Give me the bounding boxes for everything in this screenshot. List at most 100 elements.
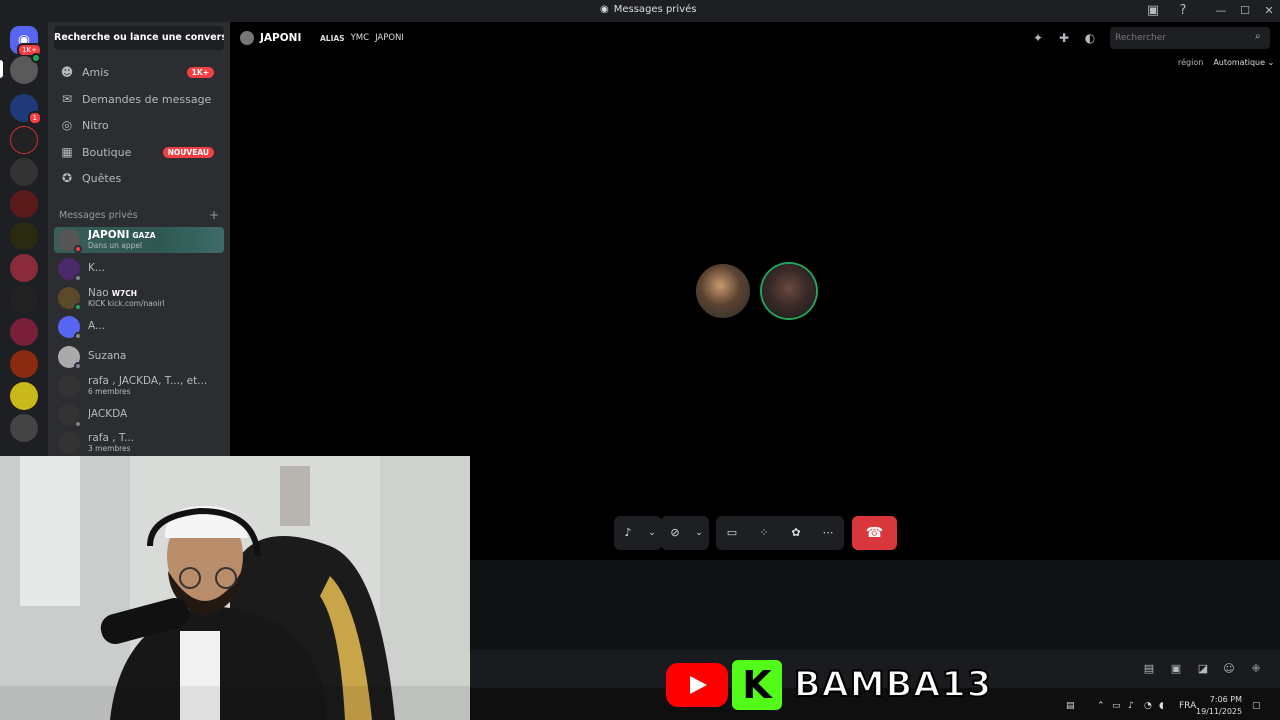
sticker-icon[interactable]: ◪ — [1196, 662, 1210, 676]
region-selector[interactable]: région Automatique ⌄ — [1178, 58, 1274, 67]
apps-icon[interactable]: ⁜ — [1249, 662, 1263, 676]
inbox-icon[interactable]: ▣ — [1145, 3, 1161, 19]
server-avatar[interactable] — [10, 53, 41, 84]
search-input[interactable] — [1110, 27, 1270, 49]
status-dot — [31, 53, 41, 63]
gif-icon[interactable]: ▣ — [1169, 662, 1183, 676]
user-profile-icon[interactable]: ◐ — [1082, 30, 1098, 46]
wifi-icon[interactable]: ◔ — [1144, 701, 1152, 711]
group-avatar — [58, 375, 80, 397]
server-avatar[interactable] — [10, 414, 38, 442]
nav-quests[interactable]: ✪ Quêtes — [54, 165, 224, 191]
microphone-icon[interactable]: ♪ — [618, 523, 638, 543]
nitro-icon: ◎ — [61, 118, 73, 132]
pin-icon[interactable]: ✦ — [1030, 30, 1046, 46]
avatar — [240, 31, 254, 45]
server-avatar[interactable] — [10, 382, 38, 410]
gift-icon[interactable]: ▤ — [1142, 662, 1156, 676]
kick-logo-icon: K — [732, 660, 782, 710]
discord-icon: ◉ — [600, 4, 609, 15]
group-avatar — [58, 432, 80, 454]
network-icon[interactable]: ▭ — [1112, 701, 1121, 711]
youtube-logo-icon — [666, 663, 728, 707]
screen-share-icon[interactable]: ▭ — [722, 523, 742, 543]
avatar — [58, 229, 82, 253]
webcam-overlay — [0, 456, 470, 720]
dm-item[interactable]: Nao W7CH KICK kick.com/naoirl — [54, 285, 224, 311]
new-badge: NOUVEAU — [162, 146, 214, 158]
tray-chevron-icon[interactable]: ⌃ — [1097, 701, 1105, 711]
camera-control: ⊘ ⌄ — [661, 516, 709, 550]
dm-item[interactable]: A... — [54, 314, 224, 340]
avatar — [58, 316, 82, 340]
minimize-button[interactable]: — — [1213, 3, 1229, 19]
status-dot — [74, 362, 82, 370]
status-dot — [74, 303, 82, 311]
server-avatar[interactable] — [10, 286, 38, 314]
activities-icon[interactable]: ⁘ — [754, 523, 774, 543]
server-avatar[interactable] — [10, 222, 38, 250]
hang-up-button[interactable]: ☎ — [852, 516, 897, 550]
nav-message-requests[interactable]: ✉ Demandes de message — [54, 86, 224, 112]
friends-icon: ☻ — [60, 65, 74, 79]
notifications-icon[interactable]: ▢ — [1252, 701, 1261, 711]
clock[interactable]: 7:06 PM 19/11/2025 — [1196, 694, 1242, 718]
dm-item[interactable]: Suzana — [54, 344, 224, 370]
nav-friends[interactable]: ☻ Amis 1K+ — [54, 59, 224, 85]
dm-item[interactable]: JAPONI GAZA Dans un appel — [54, 227, 224, 253]
avatar — [58, 404, 82, 428]
status-dot — [74, 332, 82, 340]
dm-section-header: Messages privés + — [59, 208, 219, 222]
channel-header: JAPONI ALIAS YMC JAPONI ✦ ✚ ◐ ⌕ — [230, 22, 1280, 54]
server-avatar[interactable] — [10, 254, 38, 282]
channel-title: JAPONI — [240, 31, 301, 45]
status-dot — [74, 274, 82, 282]
chevron-down-icon[interactable]: ⌄ — [693, 523, 705, 543]
quests-icon: ✪ — [61, 171, 73, 185]
alias-list: ALIAS YMC JAPONI — [320, 33, 404, 43]
home-button[interactable]: ◉ 1K+ — [10, 26, 42, 57]
stream-branding: K BAMBA13 — [666, 660, 992, 710]
window-title: ◉ Messages privés — [600, 4, 697, 15]
more-options-icon[interactable]: ⋯ — [818, 523, 838, 543]
volume-icon[interactable]: ◖ — [1159, 701, 1164, 711]
nav-shop[interactable]: ▦ Boutique NOUVEAU — [54, 139, 224, 165]
emoji-icon[interactable]: ☺ — [1222, 662, 1236, 676]
server-avatar[interactable] — [10, 318, 38, 346]
server-avatar[interactable] — [10, 126, 38, 154]
avatar — [58, 287, 82, 311]
add-friends-icon[interactable]: ✚ — [1056, 30, 1072, 46]
avatar — [58, 258, 82, 282]
avatar — [58, 346, 82, 370]
mic-control: ♪ ⌄ — [614, 516, 662, 550]
call-participant-avatar[interactable] — [696, 264, 750, 318]
server-avatar[interactable] — [10, 350, 38, 378]
status-dot — [74, 245, 82, 253]
dm-item[interactable]: K... — [54, 256, 224, 282]
language-indicator[interactable]: FRA — [1179, 701, 1196, 711]
dm-item[interactable]: JACKDA — [54, 402, 224, 428]
find-conversation-button[interactable]: Recherche ou lance une conversation — [54, 26, 224, 50]
shop-icon: ▦ — [61, 145, 73, 159]
news-icon[interactable]: ▤ — [1066, 701, 1075, 711]
help-icon[interactable]: ? — [1175, 3, 1191, 19]
server-avatar[interactable] — [10, 158, 38, 186]
maximize-button[interactable]: ☐ — [1237, 3, 1253, 19]
nav-nitro[interactable]: ◎ Nitro — [54, 112, 224, 138]
server-avatar[interactable]: 1 — [10, 94, 42, 125]
camera-off-icon[interactable]: ⊘ — [665, 523, 685, 543]
chevron-down-icon[interactable]: ⌄ — [646, 523, 658, 543]
microphone-icon[interactable]: ♪ — [1128, 701, 1134, 711]
search-icon: ⌕ — [1255, 31, 1261, 42]
soundboard-icon[interactable]: ✿ — [786, 523, 806, 543]
call-participant-avatar[interactable] — [762, 264, 816, 318]
rail-selected-pill — [0, 60, 3, 78]
close-button[interactable]: ✕ — [1261, 3, 1277, 19]
title-bar: ◉ Messages privés ▣ ? — ☐ ✕ — [0, 0, 1280, 22]
create-dm-button[interactable]: + — [209, 209, 219, 221]
dm-item[interactable]: rafa , JACKDA, T..., et... 6 membres — [54, 373, 224, 399]
status-dot — [74, 420, 82, 428]
server-avatar[interactable] — [10, 190, 38, 218]
dm-item[interactable]: rafa , T... 3 membres — [54, 430, 224, 456]
chat-area — [470, 560, 1280, 650]
